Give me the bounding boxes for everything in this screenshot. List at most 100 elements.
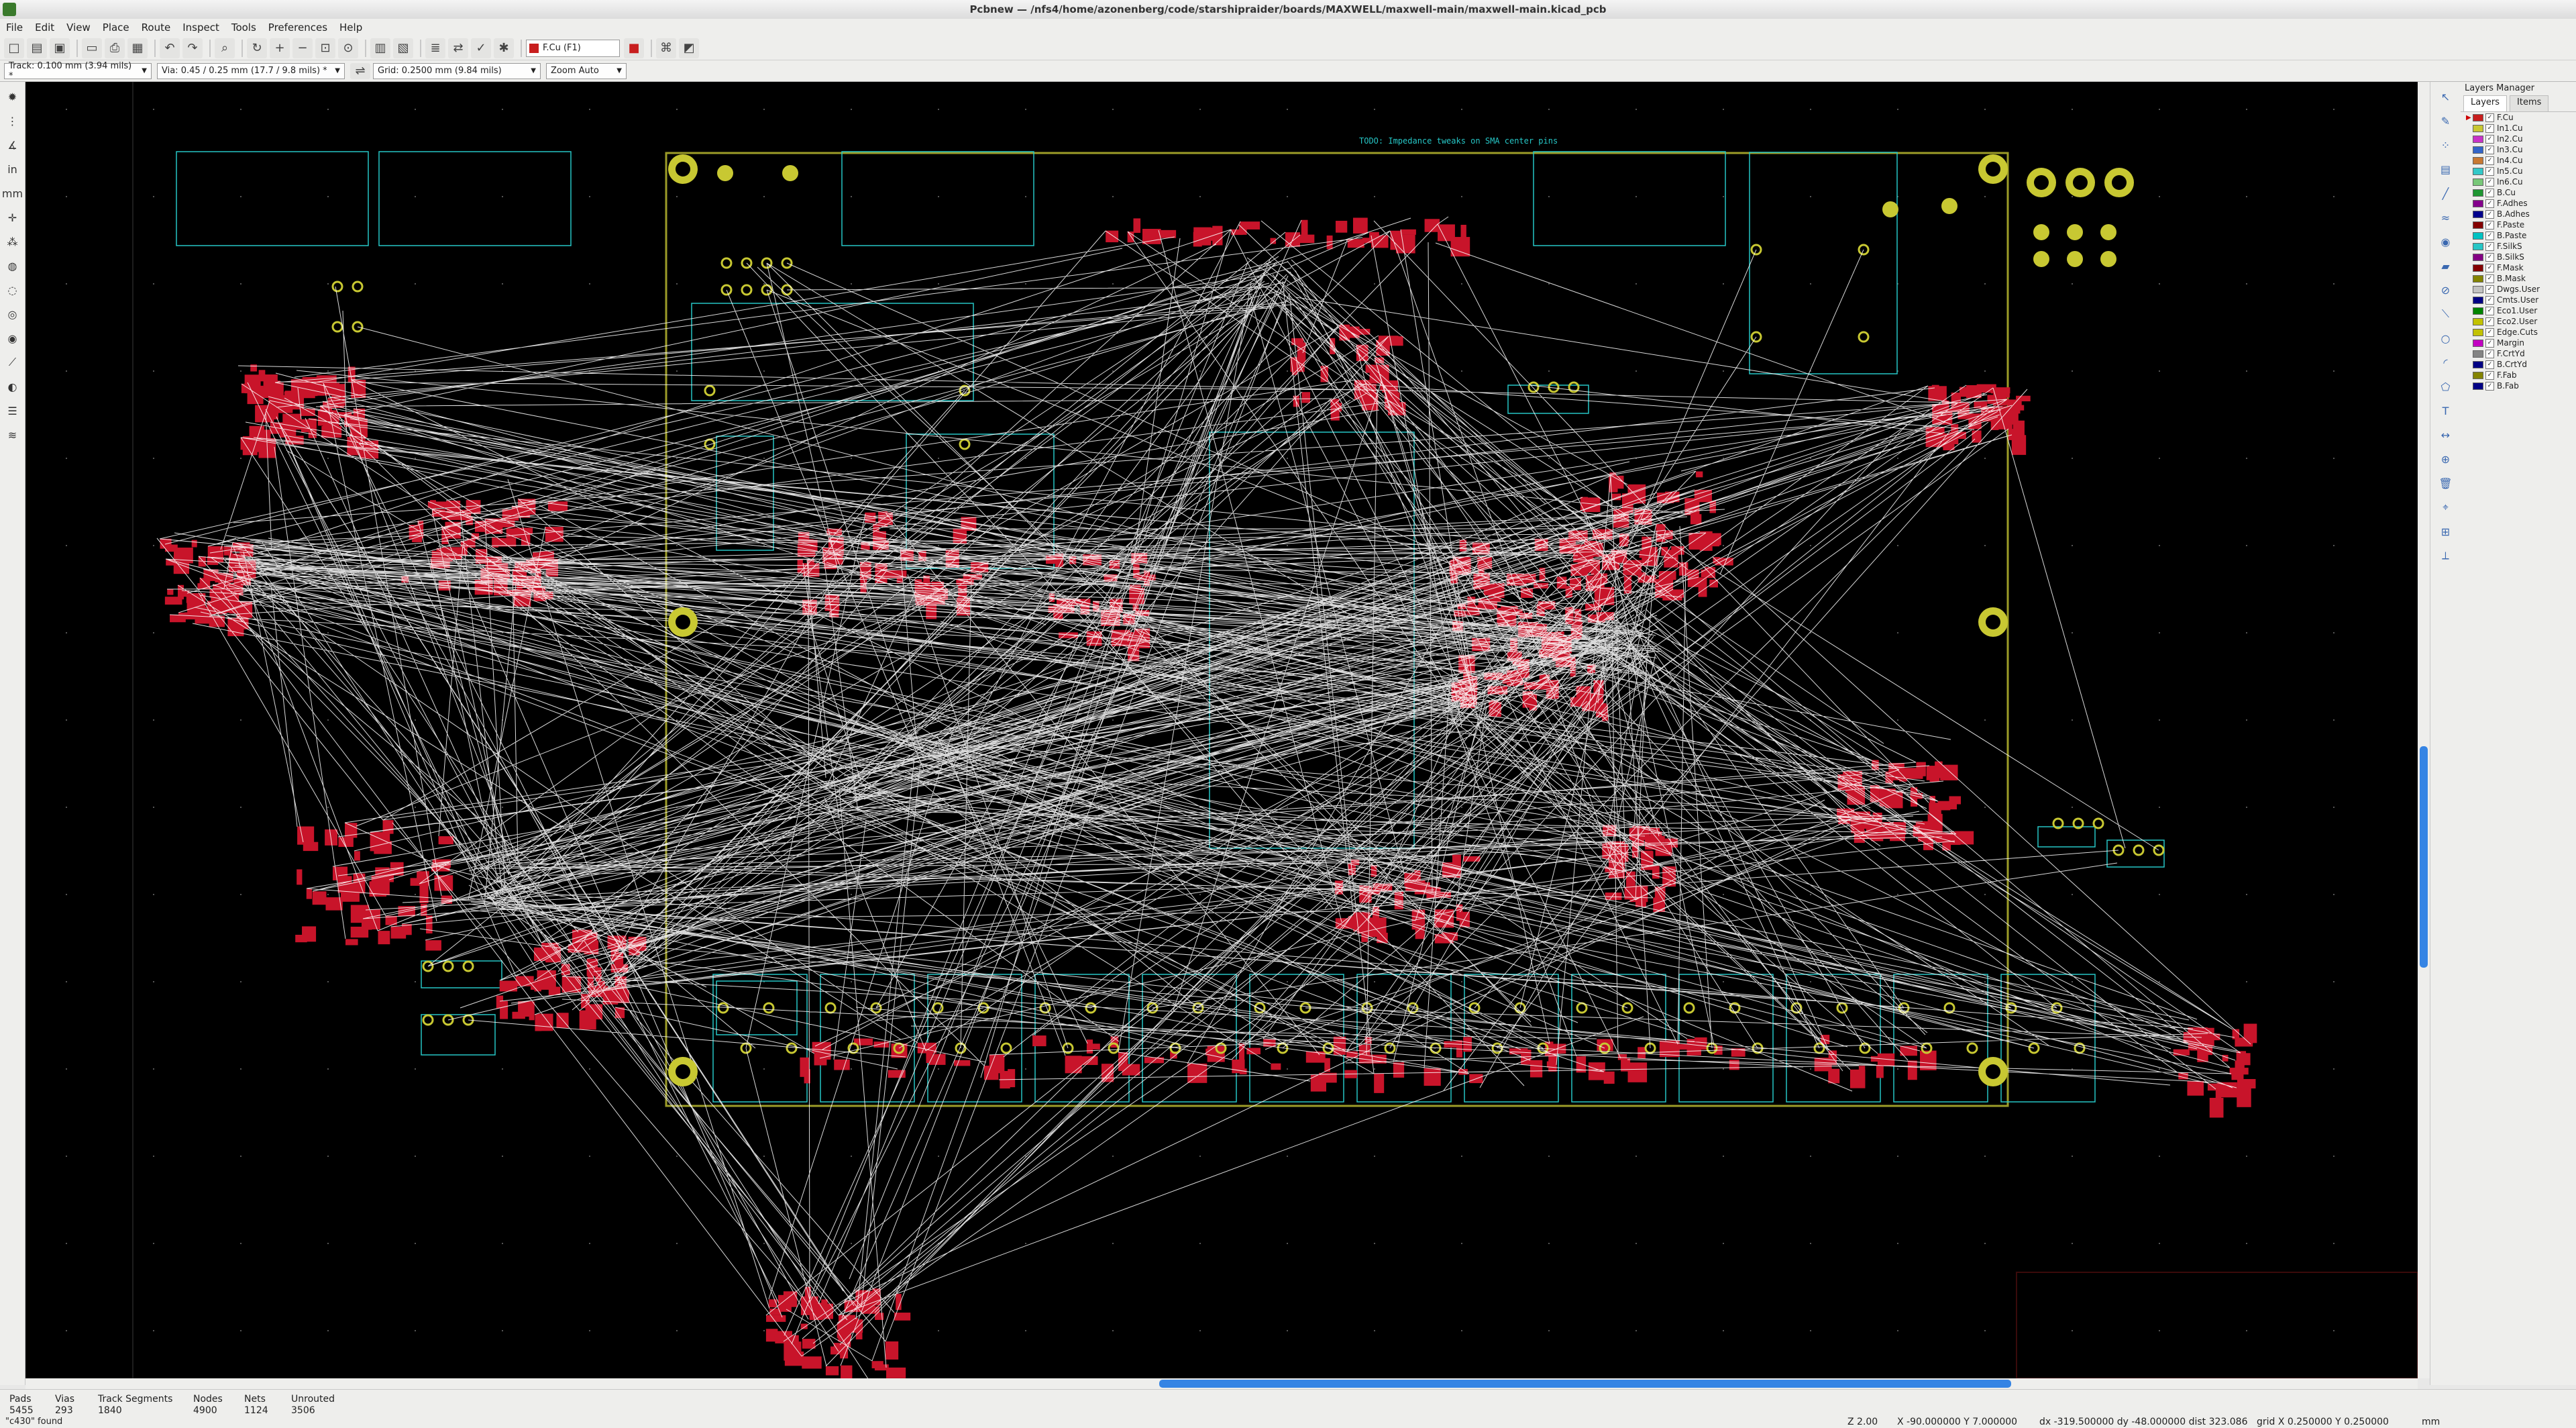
draw-line-icon[interactable]: ⟍ <box>2436 305 2455 323</box>
layer-color-swatch[interactable] <box>2473 124 2483 132</box>
layer-visibility-checkbox[interactable]: ✓ <box>2485 166 2494 176</box>
tab-layers[interactable]: Layers <box>2463 95 2508 111</box>
track-width-combo[interactable]: Track: 0.100 mm (3.94 mils) * ▼ <box>4 61 152 81</box>
layer-color-swatch[interactable] <box>2473 167 2483 175</box>
menu-place[interactable]: Place <box>97 21 136 34</box>
layer-color-swatch[interactable] <box>2473 307 2483 315</box>
vertical-scroll-thumb[interactable] <box>2420 746 2428 968</box>
layer-color-swatch[interactable] <box>2473 274 2483 283</box>
horizontal-scroll-thumb[interactable] <box>1159 1380 2011 1388</box>
set-origin-icon[interactable]: ⌖ <box>2436 498 2455 517</box>
via-size-combo[interactable]: Via: 0.45 / 0.25 mm (17.7 / 9.8 mils) * ▼ <box>157 62 345 79</box>
layer-row-margin[interactable]: ✓ Margin <box>2461 338 2576 348</box>
layer-color-swatch[interactable] <box>2473 371 2483 379</box>
zone-fill-icon[interactable]: ◍ <box>3 256 22 275</box>
layer-row-eco2-user[interactable]: ✓ Eco2.User <box>2461 316 2576 327</box>
high-contrast-icon[interactable]: ◐ <box>3 377 22 396</box>
bug-icon[interactable]: ✱ <box>494 38 514 58</box>
polar-coords-icon[interactable]: ∡ <box>3 136 22 154</box>
layer-visibility-checkbox[interactable]: ✓ <box>2485 252 2494 262</box>
layer-color-swatch[interactable] <box>2473 232 2483 240</box>
layer-row-f-cu[interactable]: ▶ ✓ F.Cu <box>2461 112 2576 123</box>
layer-row-f-crtyd[interactable]: ✓ F.CrtYd <box>2461 348 2576 359</box>
footprint-viewer-icon[interactable]: ▧ <box>393 38 413 58</box>
layer-visibility-checkbox[interactable]: ✓ <box>2485 123 2494 133</box>
scripting-console-icon[interactable]: ⌘ <box>656 38 676 58</box>
layer-visibility-checkbox[interactable]: ✓ <box>2485 231 2494 240</box>
layer-visibility-checkbox[interactable]: ✓ <box>2485 177 2494 187</box>
layer-visibility-checkbox[interactable]: ✓ <box>2485 327 2494 337</box>
layer-color-swatch[interactable] <box>2473 242 2483 250</box>
auto-track-width-icon[interactable]: ⇌ <box>350 62 370 79</box>
layer-color-swatch[interactable] <box>2473 382 2483 390</box>
layer-color-swatch[interactable] <box>2473 360 2483 368</box>
grid-size-combo[interactable]: Grid: 0.2500 mm (9.84 mils) ▼ <box>373 62 541 79</box>
layer-row-f-paste[interactable]: ✓ F.Paste <box>2461 219 2576 230</box>
vertical-scrollbar[interactable] <box>2418 82 2430 1378</box>
zone-outline-icon[interactable]: ◌ <box>3 280 22 299</box>
layer-color-swatch[interactable] <box>2473 350 2483 358</box>
open-board-icon[interactable]: ▤ <box>27 38 47 58</box>
layer-row-b-paste[interactable]: ✓ B.Paste <box>2461 230 2576 241</box>
units-mm-icon[interactable]: mm <box>2 184 23 203</box>
layer-pair-icon[interactable]: ■ <box>624 38 644 58</box>
menu-tools[interactable]: Tools <box>225 21 262 34</box>
3d-viewer-icon[interactable]: ◩ <box>679 38 699 58</box>
layer-visibility-checkbox[interactable]: ✓ <box>2485 381 2494 391</box>
layer-visibility-checkbox[interactable]: ✓ <box>2485 209 2494 219</box>
netlist-icon[interactable]: ≣ <box>425 38 445 58</box>
layer-visibility-checkbox[interactable]: ✓ <box>2485 242 2494 251</box>
set-grid-origin-icon[interactable]: ⊞ <box>2436 522 2455 541</box>
layer-row-cmts-user[interactable]: ✓ Cmts.User <box>2461 295 2576 305</box>
menu-help[interactable]: Help <box>333 21 368 34</box>
tracks-sketch-icon[interactable]: ⟋ <box>3 353 22 372</box>
layer-visibility-checkbox[interactable]: ✓ <box>2485 360 2494 369</box>
layer-row-b-adhes[interactable]: ✓ B.Adhes <box>2461 209 2576 219</box>
layer-row-f-mask[interactable]: ✓ F.Mask <box>2461 262 2576 273</box>
layer-visibility-checkbox[interactable]: ✓ <box>2485 220 2494 230</box>
layer-visibility-checkbox[interactable]: ✓ <box>2485 370 2494 380</box>
add-footprint-icon[interactable]: ▤ <box>2436 160 2455 178</box>
delete-icon[interactable]: 🗑 <box>2436 474 2455 493</box>
add-zone-icon[interactable]: ▰ <box>2436 256 2455 275</box>
layer-row-f-fab[interactable]: ✓ F.Fab <box>2461 370 2576 380</box>
menu-view[interactable]: View <box>60 21 97 34</box>
layer-visibility-checkbox[interactable]: ✓ <box>2485 145 2494 154</box>
menu-inspect[interactable]: Inspect <box>176 21 225 34</box>
draw-arc-icon[interactable]: ◜ <box>2436 353 2455 372</box>
layer-color-swatch[interactable] <box>2473 221 2483 229</box>
layers-manager-icon[interactable]: ☰ <box>3 401 22 420</box>
layer-color-swatch[interactable] <box>2473 317 2483 325</box>
zoom-in-icon[interactable]: + <box>270 38 290 58</box>
pcb-canvas[interactable]: TODO: Impedance tweaks on SMA center pin… <box>25 82 2418 1378</box>
layer-row-in3-cu[interactable]: ✓ In3.Cu <box>2461 144 2576 155</box>
tab-items[interactable]: Items <box>2510 95 2549 111</box>
layer-row-b-cu[interactable]: ✓ B.Cu <box>2461 187 2576 198</box>
layer-color-swatch[interactable] <box>2473 296 2483 304</box>
page-settings-icon[interactable]: ▭ <box>82 38 102 58</box>
save-icon[interactable]: ▣ <box>50 38 70 58</box>
layer-row-in5-cu[interactable]: ✓ In5.Cu <box>2461 166 2576 176</box>
draw-circle-icon[interactable]: ○ <box>2436 329 2455 348</box>
layer-color-swatch[interactable] <box>2473 156 2483 164</box>
redraw-icon[interactable]: ↻ <box>247 38 267 58</box>
menu-edit[interactable]: Edit <box>29 21 60 34</box>
layer-row-b-crtyd[interactable]: ✓ B.CrtYd <box>2461 359 2576 370</box>
layer-visibility-checkbox[interactable]: ✓ <box>2485 306 2494 315</box>
layer-row-edge-cuts[interactable]: ✓ Edge.Cuts <box>2461 327 2576 338</box>
zoom-fit-icon[interactable]: ⊡ <box>315 38 335 58</box>
horizontal-scrollbar[interactable] <box>25 1378 2418 1389</box>
layer-color-swatch[interactable] <box>2473 146 2483 154</box>
drc-markers-icon[interactable]: ✹ <box>3 87 22 106</box>
layer-visibility-checkbox[interactable]: ✓ <box>2485 295 2494 305</box>
vias-sketch-icon[interactable]: ◉ <box>3 329 22 348</box>
print-icon[interactable]: ⎙ <box>105 38 125 58</box>
layer-row-in4-cu[interactable]: ✓ In4.Cu <box>2461 155 2576 166</box>
draw-polygon-icon[interactable]: ⬠ <box>2436 377 2455 396</box>
menu-preferences[interactable]: Preferences <box>262 21 333 34</box>
layer-row-in1-cu[interactable]: ✓ In1.Cu <box>2461 123 2576 134</box>
find-icon[interactable]: ⌕ <box>215 38 235 58</box>
redo-icon[interactable]: ↷ <box>182 38 203 58</box>
new-board-icon[interactable]: □ <box>4 38 24 58</box>
zoom-out-icon[interactable]: − <box>292 38 313 58</box>
